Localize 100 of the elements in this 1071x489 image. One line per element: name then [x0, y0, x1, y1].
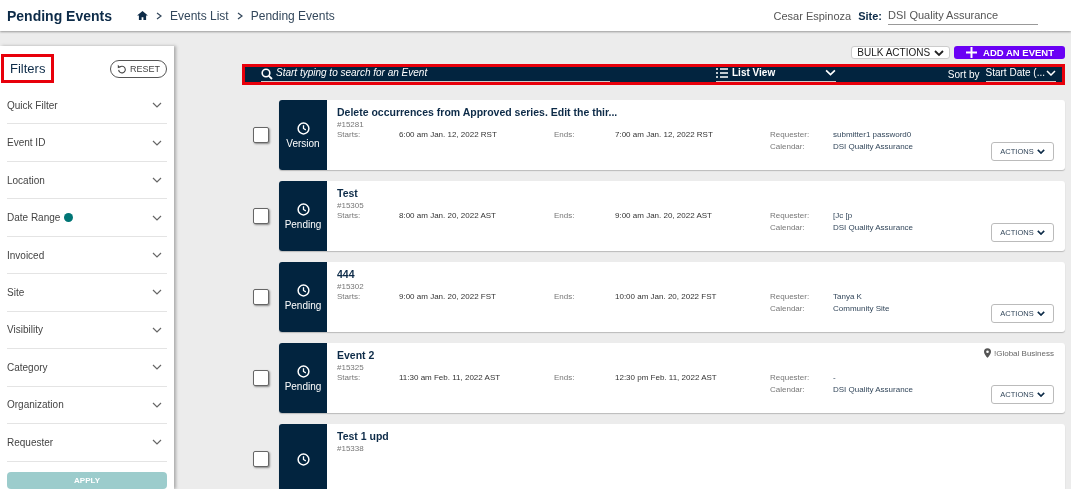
event-id: #15305 — [337, 201, 365, 210]
checkbox[interactable] — [253, 370, 269, 386]
event-card[interactable]: Test 1 upd #15338 — [279, 424, 1065, 489]
breadcrumb-link[interactable]: Pending Events — [250, 8, 335, 23]
status-label: Pending — [284, 299, 322, 311]
starts-label: Starts: — [337, 130, 362, 141]
clock-icon — [296, 364, 310, 378]
status-label: Pending — [284, 380, 322, 392]
starts-value: 8:00 am Jan. 20, 2022 AST — [399, 211, 497, 222]
reset-button[interactable]: RESET — [110, 59, 167, 78]
chevron-icon — [152, 401, 162, 408]
filters-title: Filters — [1, 54, 55, 83]
clock-icon — [296, 452, 310, 466]
requester-label: Requester: — [770, 373, 811, 382]
chevron-icon — [825, 69, 836, 76]
requester-label: Requester: — [770, 211, 811, 220]
event-id: #15302 — [337, 282, 365, 291]
calendar-label: Calendar: — [770, 385, 806, 394]
event-title[interactable]: Delete occurrences from Approved series. Edit the thir... — [337, 106, 618, 118]
clock-icon — [296, 283, 310, 297]
calendar-label: Calendar: — [770, 142, 806, 151]
chevron-icon — [152, 289, 162, 296]
filter-item[interactable]: Quick Filter — [7, 87, 167, 125]
starts-label: Starts: — [337, 373, 362, 384]
bulk-actions-button[interactable]: BULK ACTIONS — [851, 46, 951, 59]
chevron-icon — [152, 214, 162, 221]
chevron-icon — [152, 364, 162, 371]
sort-label: Sort by — [947, 69, 980, 80]
status-label: Pending — [284, 218, 322, 230]
event-id: #15338 — [337, 444, 365, 453]
starts-label: Starts: — [337, 211, 362, 222]
event-title[interactable]: 444 — [337, 268, 355, 280]
calendar-value: DSI Quality Assurance — [833, 142, 914, 151]
requester-value: submitter1 password0 — [833, 130, 912, 139]
filter-item[interactable]: Location — [7, 161, 167, 200]
chevron-icon — [236, 11, 243, 20]
calendar-value: Community Site — [833, 304, 890, 313]
site-label: Site: — [858, 9, 882, 22]
calendar-value: DSI Quality Assurance — [833, 385, 914, 394]
breadcrumb-link[interactable]: Events List — [170, 8, 229, 23]
chevron-icon — [156, 11, 162, 20]
ends-value: 7:00 am Jan. 12, 2022 RST — [615, 130, 714, 141]
home-icon[interactable] — [137, 11, 148, 20]
event-id: #15281 — [337, 120, 365, 129]
ends-label: Ends: — [554, 211, 576, 222]
checkbox[interactable] — [253, 127, 269, 143]
filter-item[interactable]: Visibility — [7, 311, 167, 350]
checkbox[interactable] — [253, 451, 269, 467]
location-pin-icon — [983, 348, 991, 358]
search-field[interactable]: Start typing to search for an Event — [261, 67, 610, 82]
chevron-icon — [152, 326, 162, 333]
filter-item[interactable]: Requester — [7, 424, 167, 462]
view-select[interactable]: List View — [716, 67, 836, 82]
chevron-icon — [152, 139, 162, 146]
starts-value: 9:00 am Jan. 20, 2022 FST — [399, 292, 497, 303]
chevron-icon — [152, 102, 162, 109]
requester-value: [Jc [p — [833, 211, 853, 220]
clock-icon — [296, 202, 310, 216]
requester-value: Tanya K — [833, 292, 862, 301]
filter-item[interactable]: Event ID — [7, 124, 167, 162]
ends-value: 9:00 am Jan. 20, 2022 AST — [615, 211, 713, 222]
undo-icon — [117, 63, 127, 74]
checkbox[interactable] — [253, 289, 269, 305]
plus-icon — [966, 47, 978, 58]
search-icon — [261, 68, 273, 80]
ends-value: 12:30 pm Feb. 11, 2022 AST — [615, 373, 718, 384]
ends-value: 10:00 am Jan. 20, 2022 FST — [615, 292, 718, 303]
filter-item[interactable]: Site — [7, 274, 167, 312]
filter-item[interactable]: Category — [7, 349, 167, 387]
event-id: #15325 — [337, 363, 365, 372]
chevron-icon — [1036, 392, 1045, 397]
starts-value: 11:30 am Feb. 11, 2022 AST — [399, 373, 502, 384]
requester-value: - — [833, 373, 836, 382]
list-icon — [716, 67, 728, 78]
starts-label: Starts: — [337, 292, 362, 303]
search-bar[interactable]: Start typing to search for an Event List View Sort by Start Date (... — [242, 64, 1065, 85]
chevron-icon — [1036, 311, 1045, 316]
filter-item[interactable]: Invoiced — [7, 236, 167, 275]
status-label: Version — [286, 137, 320, 149]
requester-label: Requester: — [770, 292, 811, 301]
event-card[interactable] — [279, 100, 1065, 170]
sort-select[interactable]: Start Date (... — [985, 67, 1056, 82]
chevron-icon — [1036, 230, 1045, 235]
add-event-button[interactable]: ADD AN EVENT — [954, 46, 1065, 59]
event-title[interactable]: Test 1 upd — [337, 430, 389, 442]
user-name: Cesar Espinoza — [773, 9, 852, 22]
event-title[interactable]: Test — [337, 187, 358, 199]
chevron-icon — [152, 252, 162, 259]
filter-item[interactable]: Date Range — [7, 199, 167, 237]
chevron-icon — [934, 49, 945, 56]
chevron-icon — [1036, 149, 1045, 154]
ends-label: Ends: — [554, 373, 576, 384]
ends-label: Ends: — [554, 292, 576, 303]
site-select[interactable]: DSI Quality Assurance — [888, 6, 1038, 25]
chevron-icon — [1046, 69, 1056, 76]
checkbox[interactable] — [253, 208, 269, 224]
location-text: !Global Business — [993, 348, 1054, 358]
chevron-icon — [152, 439, 162, 446]
event-title[interactable]: Event 2 — [337, 349, 375, 361]
filter-item[interactable]: Organization — [7, 386, 167, 425]
